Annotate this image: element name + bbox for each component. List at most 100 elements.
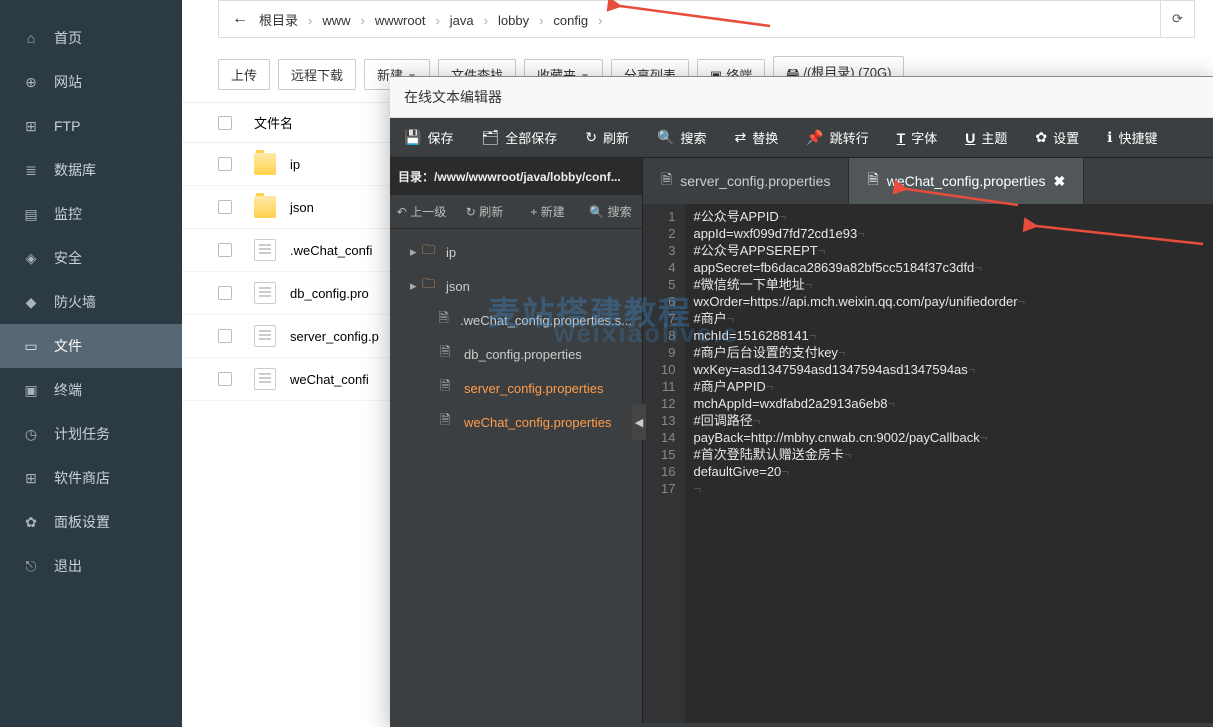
sidebar-item-home[interactable]: ⌂首页 — [0, 16, 182, 60]
tree-up-button[interactable]: ↶ 上一级 — [390, 195, 453, 228]
code-line[interactable]: #商户APPID¬ — [693, 378, 1205, 395]
exit-icon: ⎋ — [22, 557, 40, 575]
code-line[interactable]: mchId=1516288141¬ — [693, 327, 1205, 344]
breadcrumb-item[interactable]: www — [318, 13, 354, 28]
editor-tab[interactable]: 🗎weChat_config.properties✖ — [849, 158, 1084, 204]
sidebar-item-exit[interactable]: ⎋退出 — [0, 544, 182, 588]
line-gutter: 1234567891011121314151617 — [643, 204, 685, 723]
fold-handle[interactable]: ◀ — [632, 404, 646, 440]
apps-icon: ⊞ — [22, 469, 40, 487]
code-line[interactable]: wxOrder=https://api.mch.weixin.qq.com/pa… — [693, 293, 1205, 310]
code-line[interactable]: #微信统一下单地址¬ — [693, 276, 1205, 293]
breadcrumb-item[interactable]: lobby — [494, 13, 533, 28]
refresh-button[interactable]: ↻刷新 — [571, 118, 643, 157]
code-line[interactable]: appId=wxf099d7fd72cd1e93¬ — [693, 225, 1205, 242]
shortcut-button[interactable]: ℹ快捷键 — [1093, 118, 1171, 157]
filename-header[interactable]: 文件名 — [254, 113, 293, 132]
tree-label: ip — [446, 245, 456, 260]
breadcrumb-item[interactable]: config — [549, 13, 592, 28]
tree-search-button[interactable]: 🔍 搜索 — [579, 195, 642, 228]
upload-button[interactable]: 上传 — [218, 59, 270, 90]
editor-tabs: 🗎server_config.properties🗎weChat_config.… — [643, 158, 1213, 204]
sidebar-item-label: 监控 — [54, 204, 82, 224]
code-line[interactable]: payBack=http://mbhy.cnwab.cn:9002/payCal… — [693, 429, 1205, 446]
theme-icon: U — [965, 130, 975, 146]
sidebar-item-label: 数据库 — [54, 160, 96, 180]
sidebar-item-gear[interactable]: ✿面板设置 — [0, 500, 182, 544]
code-editor[interactable]: ◀ 1234567891011121314151617 #公众号APPID¬ap… — [643, 204, 1213, 723]
sidebar-item-label: 防火墙 — [54, 292, 96, 312]
remote-download-button[interactable]: 远程下载 — [278, 59, 356, 90]
sidebar-item-folder[interactable]: ▭文件 — [0, 324, 182, 368]
code-line[interactable]: defaultGive=20¬ — [693, 463, 1205, 480]
refresh-path-button[interactable]: ⟳ — [1160, 1, 1194, 37]
sidebar-item-clock[interactable]: ◷计划任务 — [0, 412, 182, 456]
editor-menu: 💾保存 🗂全部保存 ↻刷新 🔍搜索 ⇄替换 📌跳转行 T字体 U主题 ✿设置 ℹ… — [390, 118, 1213, 158]
editor-tab[interactable]: 🗎server_config.properties — [643, 158, 849, 204]
goto-line-button[interactable]: 📌跳转行 — [792, 118, 882, 157]
sidebar-item-db[interactable]: ≣数据库 — [0, 148, 182, 192]
row-checkbox[interactable] — [218, 243, 232, 257]
editor-title: 在线文本编辑器 — [390, 77, 1213, 118]
breadcrumb-item[interactable]: java — [446, 13, 478, 28]
code-line[interactable]: wxKey=asd1347594asd1347594asd1347594as¬ — [693, 361, 1205, 378]
theme-button[interactable]: U主题 — [951, 118, 1021, 157]
folder-icon — [254, 196, 276, 218]
file-icon — [254, 282, 276, 304]
sidebar-item-globe[interactable]: ⊕网站 — [0, 60, 182, 104]
tree-item[interactable]: 🗎server_config.properties — [390, 371, 642, 405]
file-name: weChat_confi — [290, 372, 369, 387]
tree-label: server_config.properties — [464, 381, 603, 396]
file-name: ip — [290, 157, 300, 172]
chevron-right-icon: › — [592, 13, 608, 28]
breadcrumb-item[interactable]: 根目录 — [255, 13, 302, 28]
row-checkbox[interactable] — [218, 286, 232, 300]
goto-icon: 📌 — [806, 129, 823, 146]
code-line[interactable]: #首次登陆默认赠送金房卡¬ — [693, 446, 1205, 463]
sidebar: ⌂首页⊕网站⊞FTP≣数据库▤监控◈安全◆防火墙▭文件▣终端◷计划任务⊞软件商店… — [0, 0, 182, 727]
sidebar-item-shield[interactable]: ◈安全 — [0, 236, 182, 280]
close-icon[interactable]: ✖ — [1053, 173, 1065, 190]
sidebar-item-terminal[interactable]: ▣终端 — [0, 368, 182, 412]
tree-new-button[interactable]: + 新建 — [516, 195, 579, 228]
row-checkbox[interactable] — [218, 200, 232, 214]
save-button[interactable]: 💾保存 — [390, 118, 467, 157]
font-button[interactable]: T字体 — [883, 118, 952, 157]
sidebar-item-ftp[interactable]: ⊞FTP — [0, 104, 182, 148]
tab-label: server_config.properties — [680, 173, 830, 189]
search-button[interactable]: 🔍搜索 — [643, 118, 720, 157]
select-all-checkbox[interactable] — [218, 116, 232, 130]
editor-right: 🗎server_config.properties🗎weChat_config.… — [643, 158, 1213, 723]
code-line[interactable]: ¬ — [693, 480, 1205, 497]
code-line[interactable]: #商户¬ — [693, 310, 1205, 327]
tree-refresh-button[interactable]: ↻ 刷新 — [453, 195, 516, 228]
breadcrumb-item[interactable]: wwwroot — [371, 13, 430, 28]
row-checkbox[interactable] — [218, 372, 232, 386]
tree-item[interactable]: 🗎weChat_config.properties — [390, 405, 642, 439]
settings-button[interactable]: ✿设置 — [1021, 118, 1093, 157]
back-button[interactable]: ← — [225, 10, 255, 28]
chevron-right-icon: › — [478, 13, 494, 28]
save-all-button[interactable]: 🗂全部保存 — [467, 118, 571, 157]
row-checkbox[interactable] — [218, 329, 232, 343]
code-line[interactable]: #商户后台设置的支付key¬ — [693, 344, 1205, 361]
code-line[interactable]: appSecret=fb6daca28639a82bf5cc5184f37c3d… — [693, 259, 1205, 276]
code-line[interactable]: #公众号APPSEREPT¬ — [693, 242, 1205, 259]
sidebar-item-monitor[interactable]: ▤监控 — [0, 192, 182, 236]
sidebar-item-firewall[interactable]: ◆防火墙 — [0, 280, 182, 324]
code-line[interactable]: #公众号APPID¬ — [693, 208, 1205, 225]
terminal-icon: ▣ — [22, 381, 40, 399]
save-icon: 💾 — [404, 129, 421, 146]
replace-button[interactable]: ⇄替换 — [720, 118, 792, 157]
tree-item[interactable]: ▸🗀ip — [390, 235, 642, 269]
sidebar-item-label: 面板设置 — [54, 512, 110, 532]
chevron-right-icon: › — [355, 13, 371, 28]
gear-icon: ✿ — [1035, 129, 1047, 146]
replace-icon: ⇄ — [734, 129, 746, 146]
code-line[interactable]: mchAppId=wxdfabd2a2913a6eb8¬ — [693, 395, 1205, 412]
breadcrumb: ← 根目录›www›wwwroot›java›lobby›config› ⟳ — [218, 0, 1195, 38]
row-checkbox[interactable] — [218, 157, 232, 171]
globe-icon: ⊕ — [22, 73, 40, 91]
sidebar-item-apps[interactable]: ⊞软件商店 — [0, 456, 182, 500]
code-line[interactable]: #回调路径¬ — [693, 412, 1205, 429]
